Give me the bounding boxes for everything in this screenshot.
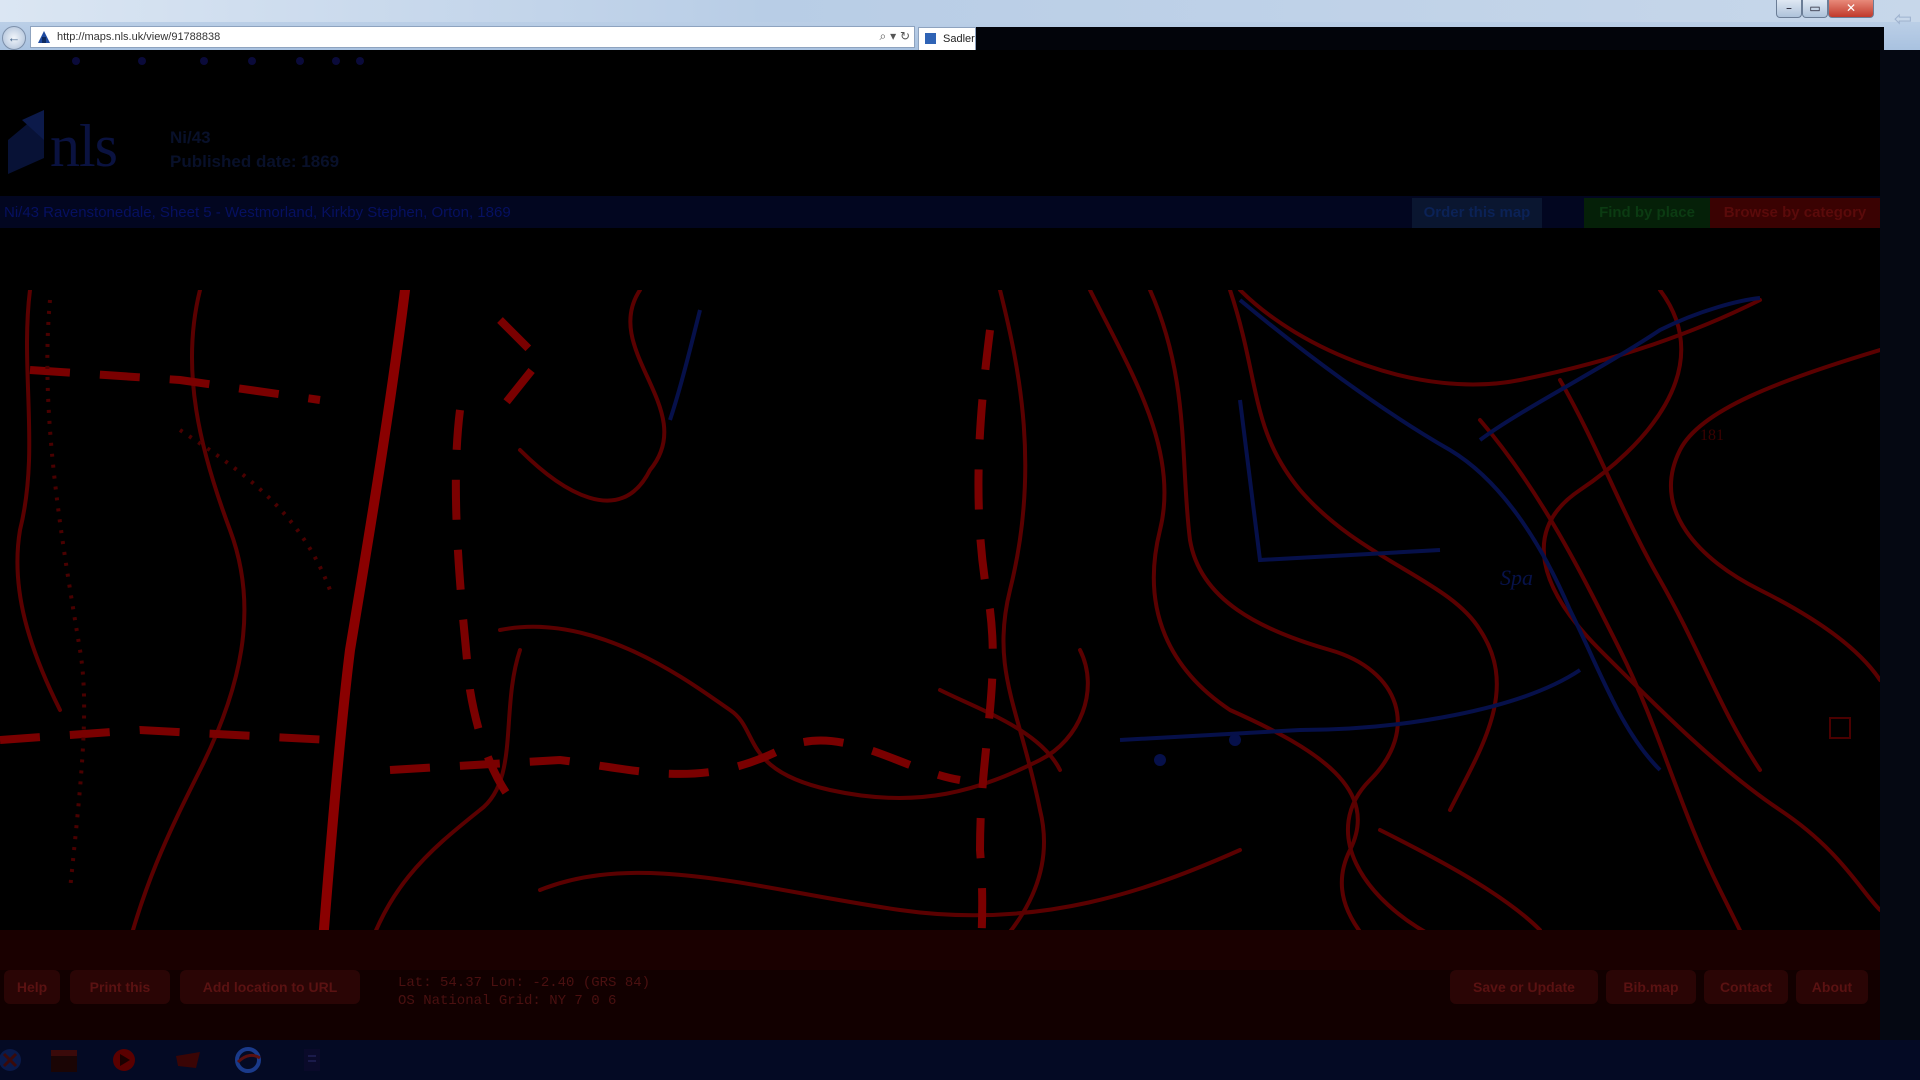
published-date: Published date: 1869 bbox=[170, 152, 340, 171]
magnifier-icon[interactable]: ⌕ bbox=[880, 29, 887, 43]
address-bar[interactable]: http://maps.nls.uk/view/91788838 ⌕ ▾ ↻ bbox=[30, 26, 915, 48]
bib-map-button[interactable]: Bib.map bbox=[1606, 970, 1696, 1004]
nls-logo-icon bbox=[8, 110, 44, 174]
print-button[interactable]: Print this bbox=[70, 970, 170, 1004]
close-window-button[interactable]: ✕ bbox=[1828, 0, 1874, 18]
dashed-path bbox=[496, 317, 546, 413]
order-map-button[interactable]: Order this map bbox=[1412, 198, 1542, 228]
dashed-path bbox=[451, 409, 523, 813]
contour-line bbox=[118, 290, 247, 980]
favorite-icon[interactable] bbox=[332, 57, 340, 65]
page-content: nls Ni/43 Published date: 1869 Ni/43 Rav… bbox=[0, 50, 1880, 1040]
contour-line bbox=[1669, 348, 1880, 682]
map-spot bbox=[1154, 754, 1166, 766]
dashed-path bbox=[974, 329, 997, 980]
browser-icon[interactable] bbox=[232, 1046, 264, 1074]
tab-strip bbox=[976, 27, 1884, 50]
favorites-bar bbox=[0, 50, 1880, 70]
dropdown-icon[interactable]: ▾ bbox=[890, 29, 896, 43]
map-label-river: Spa bbox=[1500, 565, 1533, 590]
taskbar bbox=[0, 1040, 1920, 1080]
favorite-icon[interactable] bbox=[200, 57, 208, 65]
document-icon[interactable] bbox=[296, 1046, 328, 1074]
site-favicon-icon bbox=[38, 31, 50, 43]
contour-line bbox=[498, 624, 1090, 801]
map-marker[interactable] bbox=[1829, 717, 1851, 739]
maximize-button[interactable]: ▭ bbox=[1802, 0, 1828, 18]
boundary-line bbox=[178, 428, 332, 591]
coordinates-readout: Lat: 54.37 Lon: -2.40 (GRS 84) OS Nation… bbox=[398, 974, 650, 1010]
back-arrow-icon[interactable]: ← bbox=[2, 26, 26, 50]
favorite-icon[interactable] bbox=[138, 57, 146, 65]
map-series-label: Ni/43 bbox=[170, 128, 211, 147]
contour-line bbox=[1148, 290, 1562, 980]
window-title-bar bbox=[0, 0, 1920, 22]
contour-line bbox=[518, 290, 667, 503]
stream bbox=[1119, 668, 1582, 742]
calendar-icon[interactable] bbox=[48, 1046, 80, 1074]
dashed-path bbox=[389, 736, 961, 784]
address-tools[interactable]: ⌕ ▾ ↻ bbox=[880, 29, 910, 44]
save-update-button[interactable]: Save or Update bbox=[1450, 970, 1598, 1004]
find-by-place-button[interactable]: Find by place bbox=[1584, 198, 1710, 228]
edge-arrow-icon[interactable]: ⇦ bbox=[1886, 6, 1920, 40]
about-button[interactable]: About bbox=[1796, 970, 1868, 1004]
favorite-icon[interactable] bbox=[296, 57, 304, 65]
favorite-icon[interactable] bbox=[248, 57, 256, 65]
favorite-icon[interactable] bbox=[356, 57, 364, 65]
boundary-line bbox=[45, 299, 87, 891]
add-location-button[interactable]: Add location to URL bbox=[180, 970, 360, 1004]
stream bbox=[668, 309, 702, 421]
start-orb-icon[interactable] bbox=[0, 1046, 26, 1074]
coords-line-1: Lat: 54.37 Lon: -2.40 (GRS 84) bbox=[398, 975, 651, 991]
footer-bar-top bbox=[0, 930, 1880, 970]
map-label-bm: 181 bbox=[1700, 427, 1724, 444]
contact-button[interactable]: Contact bbox=[1704, 970, 1788, 1004]
map-viewer[interactable]: 181 Spa bbox=[0, 290, 1880, 980]
dashed-path bbox=[0, 725, 331, 744]
map-title: Ni/43 Ravenstonedale, Sheet 5 - Westmorl… bbox=[4, 204, 511, 221]
favorite-icon[interactable] bbox=[72, 57, 80, 65]
contour-line bbox=[15, 290, 62, 712]
contour-line bbox=[538, 848, 1242, 918]
refresh-icon[interactable]: ↻ bbox=[900, 29, 910, 43]
help-button[interactable]: Help bbox=[4, 970, 60, 1004]
road bbox=[315, 290, 410, 980]
tab-active[interactable]: Sadler bbox=[918, 27, 976, 50]
map-canvas[interactable]: 181 Spa bbox=[0, 290, 1880, 980]
media-player-icon[interactable] bbox=[108, 1046, 140, 1074]
dashed-path bbox=[29, 366, 321, 404]
contour-line bbox=[958, 290, 1046, 980]
browse-by-category-button[interactable]: Browse by category bbox=[1710, 198, 1880, 228]
tab-title: Sadler bbox=[943, 33, 975, 45]
contour-line bbox=[1378, 828, 1542, 932]
map-spot bbox=[1229, 734, 1241, 746]
url-text[interactable]: http://maps.nls.uk/view/91788838 bbox=[57, 31, 220, 43]
logo-text: nls bbox=[50, 113, 118, 179]
minimize-button[interactable]: – bbox=[1776, 0, 1802, 18]
tab-favicon-icon bbox=[925, 33, 936, 44]
right-scroll-strip[interactable] bbox=[1880, 50, 1920, 1040]
game-icon[interactable] bbox=[172, 1046, 204, 1074]
coords-line-2: OS National Grid: NY 7 0 6 bbox=[398, 993, 617, 1009]
contour-line bbox=[1088, 290, 1402, 980]
